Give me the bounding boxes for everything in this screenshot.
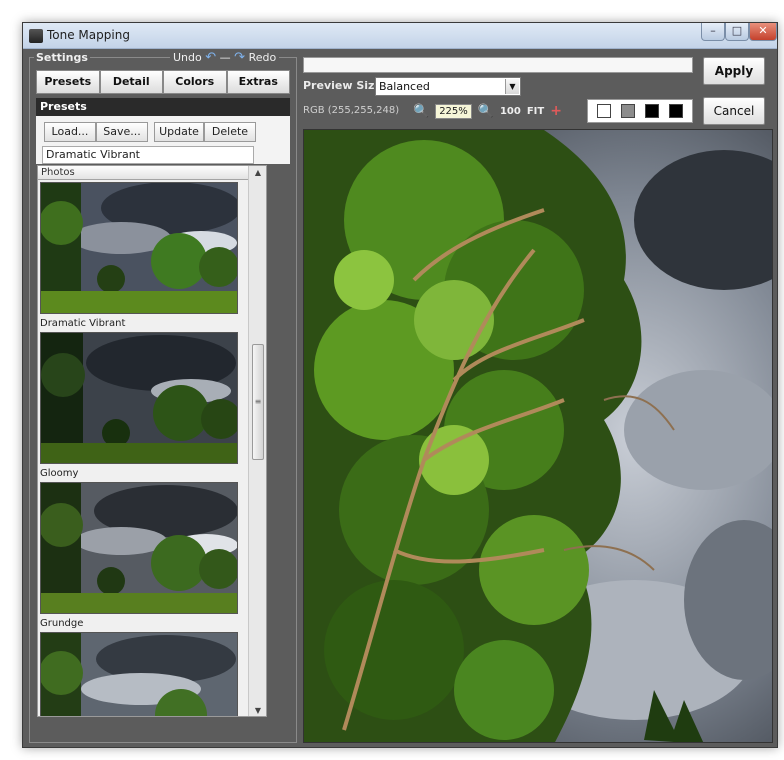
dropdown-arrow-icon[interactable]: ▼	[505, 79, 519, 94]
settings-legend: Settings	[34, 51, 90, 64]
preview-size-value: Balanced	[379, 80, 430, 93]
preset-thumbnail-gloomy[interactable]	[40, 332, 238, 464]
image-preview[interactable]	[303, 129, 773, 743]
cancel-button[interactable]: Cancel	[703, 97, 765, 125]
delete-preset-button[interactable]: Delete	[204, 122, 256, 142]
tab-presets[interactable]: Presets	[36, 70, 100, 94]
swatch-white[interactable]	[597, 104, 611, 118]
presets-section-header: Presets	[36, 98, 290, 116]
zoom-100-button[interactable]: 100	[500, 106, 521, 117]
photos-scrollbar[interactable]: ▲ ≡ ▼	[248, 166, 266, 716]
swatch-gray[interactable]	[621, 104, 635, 118]
window-title: Tone Mapping	[47, 28, 130, 42]
presets-controls: Load... Save... Update Delete Dramatic V…	[36, 116, 290, 164]
preset-label: Grundge	[40, 618, 84, 629]
load-preset-button[interactable]: Load...	[44, 122, 96, 142]
preset-label: Gloomy	[40, 468, 79, 479]
title-bar: Tone Mapping – □ ✕	[23, 23, 777, 49]
preview-size-label: Preview Size	[303, 79, 382, 92]
preview-size-dropdown[interactable]: Balanced ▼	[375, 77, 521, 96]
tab-extras[interactable]: Extras	[226, 70, 290, 94]
update-preset-button[interactable]: Update	[154, 122, 204, 142]
zoom-out-icon[interactable]: 🔍	[478, 104, 494, 119]
zoom-level[interactable]: 225%	[435, 103, 472, 119]
tab-detail[interactable]: Detail	[99, 70, 163, 94]
undo-redo-group: Undo ↶ — ↷ Redo	[170, 50, 280, 65]
scrollbar-thumb[interactable]: ≡	[252, 344, 264, 460]
apply-button[interactable]: Apply	[703, 57, 765, 85]
close-button[interactable]: ✕	[749, 23, 777, 41]
settings-tabs: Presets Detail Colors Extras	[36, 70, 290, 94]
undo-button[interactable]: Undo	[173, 51, 202, 64]
undo-arrow-icon[interactable]: ↶	[205, 50, 216, 65]
background-swatches	[587, 99, 693, 123]
preset-thumbnail-4[interactable]	[40, 632, 238, 716]
swatch-black-2[interactable]	[669, 104, 683, 118]
preset-thumbnail-dramatic-vibrant[interactable]	[40, 182, 238, 314]
app-icon	[29, 29, 43, 43]
crosshair-icon[interactable]: +	[550, 103, 562, 119]
zoom-toolbar: 🔍 225% 🔍 100 FIT +	[413, 99, 573, 123]
redo-arrow-icon[interactable]: ↷	[234, 50, 245, 65]
preset-label: Dramatic Vibrant	[40, 318, 126, 329]
tab-colors[interactable]: Colors	[163, 70, 227, 94]
fit-button[interactable]: FIT	[527, 106, 544, 117]
preset-name-field[interactable]: Dramatic Vibrant	[42, 146, 254, 164]
redo-button[interactable]: Redo	[249, 51, 277, 64]
save-preset-button[interactable]: Save...	[96, 122, 148, 142]
preset-photos-list[interactable]: Photos Dramatic Vibrant Gloomy Grundge ▲…	[37, 165, 267, 717]
swatch-black[interactable]	[645, 104, 659, 118]
maximize-button[interactable]: □	[725, 23, 749, 41]
rgb-readout: RGB (255,255,248)	[303, 105, 400, 116]
top-text-field[interactable]	[303, 57, 693, 73]
scroll-down-arrow-icon[interactable]: ▼	[249, 704, 266, 716]
tone-mapping-window: Tone Mapping – □ ✕ Settings Undo ↶ — ↷ R…	[22, 22, 778, 748]
scroll-up-arrow-icon[interactable]: ▲	[249, 166, 266, 180]
preset-thumbnail-grundge[interactable]	[40, 482, 238, 614]
photos-list-header: Photos	[38, 166, 248, 180]
minimize-button[interactable]: –	[701, 23, 725, 41]
zoom-in-icon[interactable]: 🔍	[413, 104, 429, 119]
